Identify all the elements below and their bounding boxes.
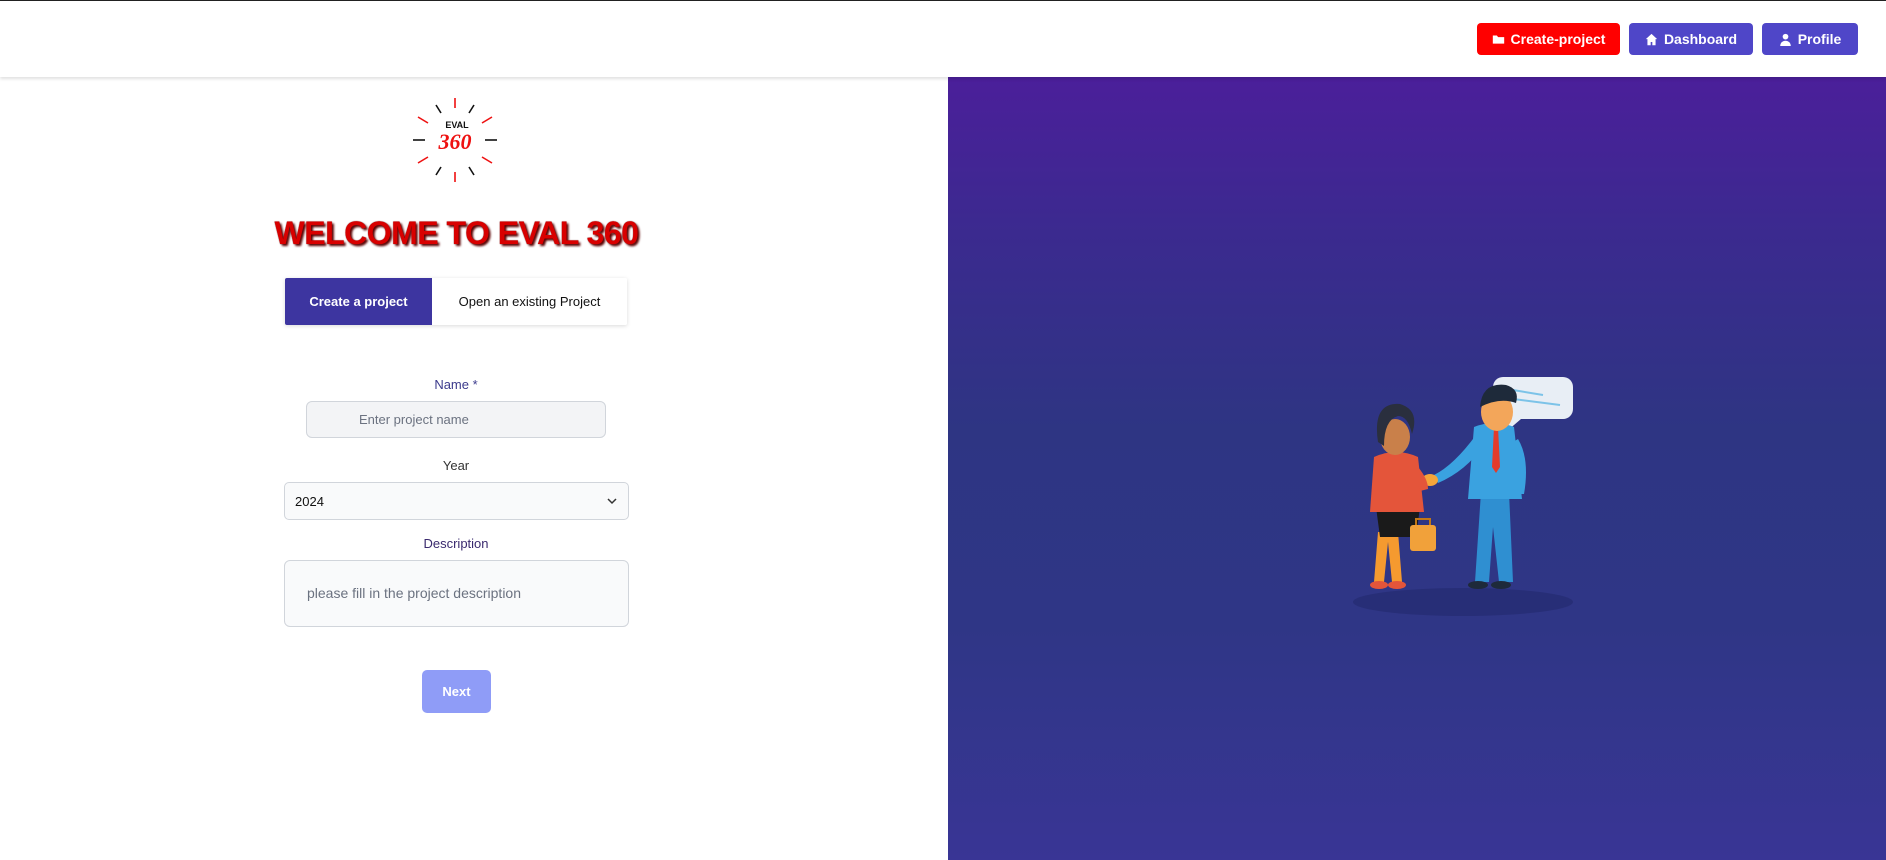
chevron-down-icon xyxy=(607,498,617,505)
next-button[interactable]: Next xyxy=(422,670,491,713)
folder-icon xyxy=(1492,34,1504,44)
description-textarea[interactable] xyxy=(284,560,629,627)
user-icon xyxy=(1779,33,1791,46)
logo-big-text: 360 xyxy=(438,129,472,154)
navbar: Create-project Dashboard Profile xyxy=(0,1,1886,77)
year-select[interactable]: 2024 xyxy=(284,482,629,520)
year-label: Year xyxy=(442,458,470,473)
tab-create-project[interactable]: Create a project xyxy=(285,278,432,325)
dashboard-button[interactable]: Dashboard xyxy=(1629,23,1753,55)
project-mode-tabs: Create a project Open an existing Projec… xyxy=(285,278,627,325)
handshake-illustration xyxy=(1353,377,1573,616)
year-select-value: 2024 xyxy=(295,493,324,509)
create-project-button[interactable]: Create-project xyxy=(1477,23,1620,55)
profile-button[interactable]: Profile xyxy=(1762,23,1858,55)
create-project-label: Create-project xyxy=(1510,31,1606,47)
home-icon xyxy=(1645,33,1658,45)
profile-label: Profile xyxy=(1797,31,1842,47)
eval-360-logo: EVAL 360 xyxy=(413,98,497,182)
illustration-panel xyxy=(948,77,1886,860)
welcome-title: WELCOME TO EVAL 360 xyxy=(274,215,639,251)
project-name-input[interactable] xyxy=(306,401,606,438)
description-label: Description xyxy=(423,536,489,551)
name-label: Name * xyxy=(434,377,478,392)
dashboard-label: Dashboard xyxy=(1663,31,1738,47)
tab-open-existing-project[interactable]: Open an existing Project xyxy=(432,278,627,325)
